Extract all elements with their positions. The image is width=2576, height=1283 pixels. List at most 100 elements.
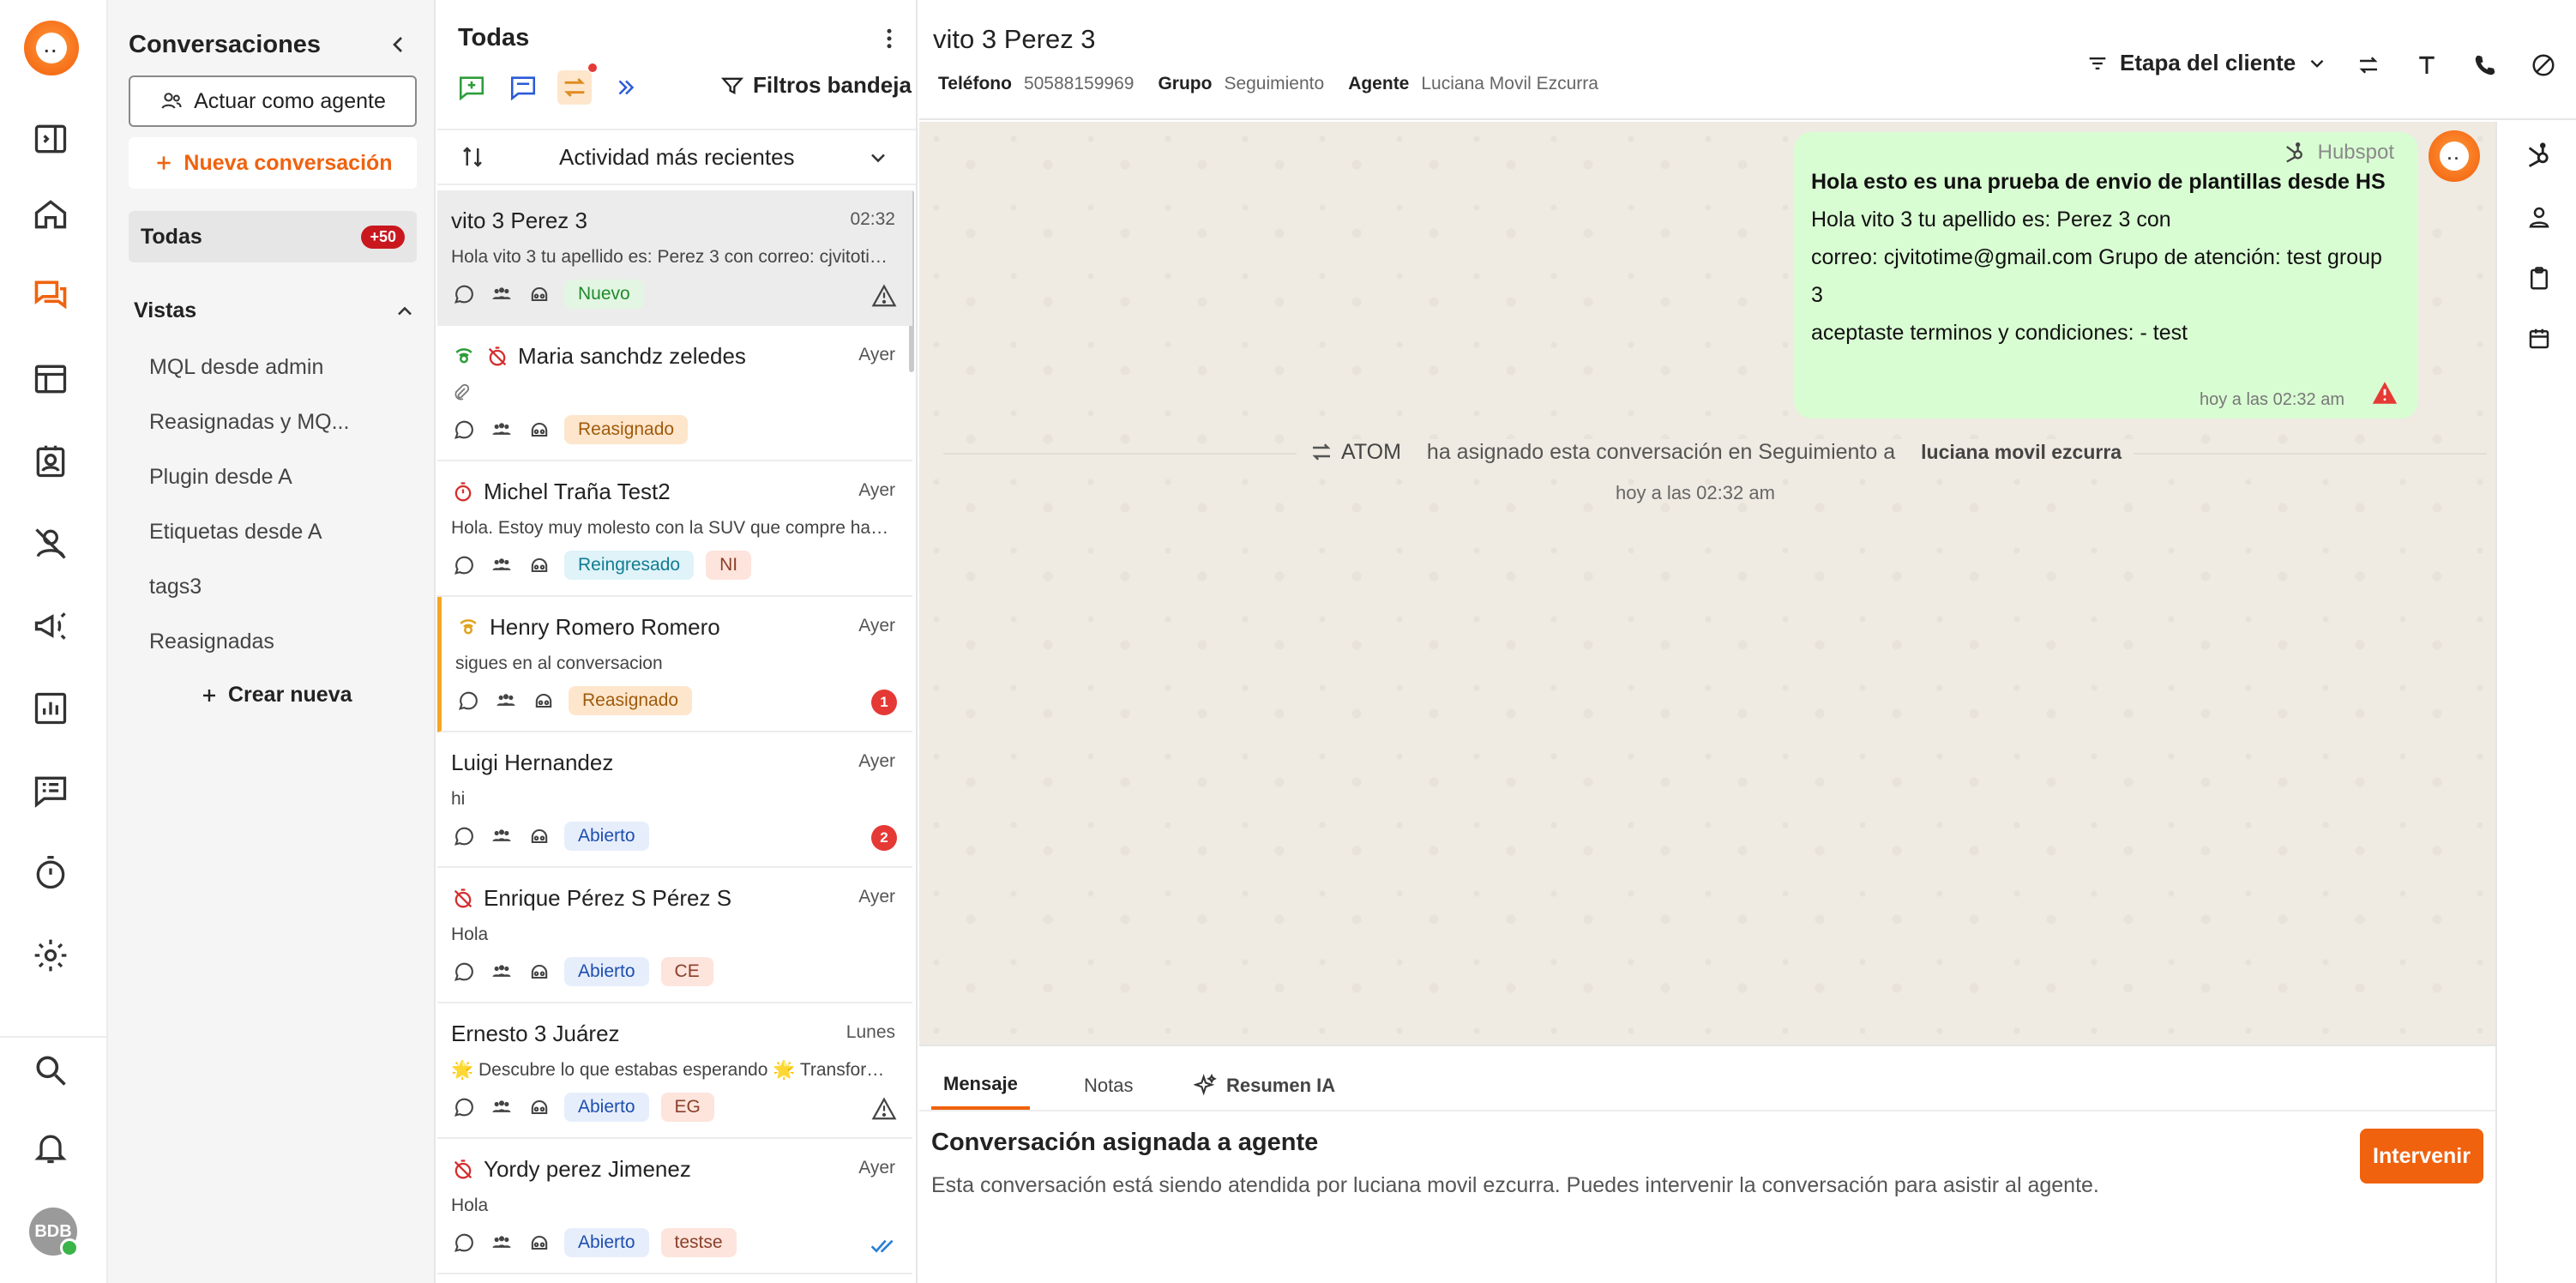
- message-snippet: hi: [451, 789, 466, 809]
- timer-icon: [454, 481, 472, 501]
- conversation-time: Ayer: [858, 1158, 895, 1178]
- app-logo[interactable]: ..: [24, 21, 79, 75]
- contact-name: Ernesto 3 Juárez: [451, 1021, 620, 1046]
- timer-off-icon: [488, 346, 507, 365]
- sidebar-title: Conversaciones: [129, 31, 322, 58]
- list-title: Todas: [458, 24, 530, 51]
- bot-icon: [527, 1230, 552, 1256]
- sidebar-item-todas[interactable]: Todas +50: [129, 211, 417, 262]
- act-as-agent-button[interactable]: Actuar como agente: [129, 75, 417, 127]
- message-line: Hola esto es una prueba de envio de plan…: [1811, 170, 2386, 194]
- conversation-item[interactable]: Enrique Pérez S Pérez S Ayer Hola Abiert…: [437, 868, 912, 1003]
- conversation-time: Ayer: [858, 751, 895, 771]
- status-badge: Abierto: [564, 822, 649, 851]
- block-icon[interactable]: [2528, 50, 2559, 81]
- view-item[interactable]: Reasignadas: [149, 629, 274, 654]
- group-icon: [489, 1094, 515, 1120]
- reassigned-filter-icon[interactable]: [557, 70, 592, 105]
- filter-funnel-icon: [720, 77, 744, 94]
- settings-gear-icon[interactable]: [28, 933, 73, 978]
- new-chats-filter-icon[interactable]: [454, 70, 489, 105]
- phone-label: Teléfono: [938, 74, 1012, 93]
- message-line: correo: cjvitotime@gmail.com Grupo de at…: [1811, 245, 2382, 269]
- bot-icon: [527, 417, 552, 443]
- view-item[interactable]: MQL desde admin: [149, 355, 323, 380]
- message-snippet: Hola. Estoy muy molesto con la SUV que c…: [451, 518, 897, 538]
- collapse-chevron-left-icon[interactable]: [384, 31, 412, 58]
- sort-dropdown[interactable]: Actividad más recientes: [437, 129, 916, 185]
- error-warning-icon[interactable]: [2370, 378, 2399, 413]
- contacts-icon[interactable]: [28, 439, 73, 484]
- conversation-item[interactable]: vito 3 Perez 3 02:32 Hola vito 3 tu apel…: [437, 190, 912, 326]
- templates-icon[interactable]: [28, 357, 73, 401]
- conversation-item[interactable]: Luigi Hernandez Ayer hi Abierto 2: [437, 732, 912, 868]
- view-item[interactable]: tags3: [149, 575, 202, 599]
- home-icon[interactable]: [28, 192, 73, 237]
- outgoing-message-bubble[interactable]: Hubspot Hola esto es una prueba de envio…: [1794, 132, 2418, 419]
- sidebar-item-label: Todas: [141, 224, 202, 249]
- contact-name: Enrique Pérez S Pérez S: [484, 885, 732, 911]
- filter-alert-dot: [588, 63, 597, 72]
- new-conversation-button[interactable]: Nueva conversación: [129, 137, 417, 189]
- transfer-arrows-icon[interactable]: [2353, 50, 2384, 81]
- contact-meta: Teléfono 50588159969 Grupo Seguimiento A…: [938, 74, 1610, 94]
- notifications-bell-icon[interactable]: [28, 1125, 73, 1170]
- inbox-filters-button[interactable]: Filtros bandeja: [720, 72, 912, 99]
- phone-call-icon[interactable]: [2470, 50, 2501, 81]
- text-format-icon[interactable]: [2411, 50, 2442, 81]
- open-chats-filter-icon[interactable]: [506, 70, 540, 105]
- contact-profile-icon[interactable]: [2525, 202, 2554, 232]
- logs-icon[interactable]: [28, 768, 73, 813]
- blocked-users-icon[interactable]: [28, 521, 73, 566]
- tab-mensaje[interactable]: Mensaje: [931, 1062, 1030, 1110]
- chat-messages-area[interactable]: Hubspot Hola esto es una prueba de envio…: [919, 122, 2495, 1045]
- conversation-item[interactable]: Yordy perez Jimenez Ayer Hola Abierto te…: [437, 1139, 912, 1274]
- view-item[interactable]: Plugin desde A: [149, 465, 292, 490]
- message-source-label: Hubspot: [2317, 141, 2394, 164]
- conversation-item[interactable]: Maria sanchdz zeledes Ayer Reasignado: [437, 326, 912, 461]
- chat-header: vito 3 Perez 3 Teléfono 50588159969 Grup…: [919, 0, 2576, 120]
- more-filters-chevrons-icon[interactable]: [609, 70, 643, 105]
- tab-label: Resumen IA: [1226, 1075, 1336, 1096]
- customer-stage-dropdown[interactable]: Etapa del cliente: [2085, 50, 2328, 76]
- main-nav-rail: .. BDB: [0, 0, 108, 1283]
- conversations-icon[interactable]: [28, 273, 73, 317]
- timer-icon[interactable]: [28, 851, 73, 895]
- act-as-agent-label: Actuar como agente: [194, 88, 386, 113]
- conversation-time: Ayer: [858, 887, 895, 907]
- conversation-time: Ayer: [858, 345, 895, 364]
- group-icon: [493, 688, 519, 714]
- hubspot-icon[interactable]: [2525, 141, 2554, 170]
- view-item[interactable]: Etiquetas desde A: [149, 520, 322, 545]
- phone-value: 50588159969: [1023, 74, 1135, 93]
- contact-name: Maria sanchdz zeledes: [518, 343, 746, 369]
- status-badge: Reasignado: [569, 686, 693, 715]
- chevron-up-icon: [398, 306, 412, 315]
- create-view-button[interactable]: Crear nueva: [199, 683, 352, 708]
- view-item[interactable]: Reasignadas y MQ...: [149, 410, 349, 435]
- customer-stage-label: Etapa del cliente: [2120, 50, 2296, 75]
- contact-name: vito 3 Perez 3: [451, 208, 587, 233]
- search-icon[interactable]: [28, 1048, 73, 1093]
- tab-resumen-ia[interactable]: Resumen IA: [1194, 1062, 1335, 1110]
- filter-lines-icon: [2089, 57, 2106, 69]
- intervene-button[interactable]: Intervenir: [2360, 1129, 2483, 1184]
- calendar-icon[interactable]: [2525, 324, 2554, 353]
- more-options-kebab-icon[interactable]: [876, 26, 902, 57]
- views-section-header[interactable]: Vistas: [134, 298, 417, 323]
- conversation-item[interactable]: Henry Romero Romero Ayer sigues en al co…: [437, 597, 912, 732]
- conversation-time: Ayer: [858, 616, 895, 635]
- conversation-item[interactable]: Michel Traña Test2 Ayer Hola. Estoy muy …: [437, 461, 912, 597]
- message-line: aceptaste terminos y condiciones: - test: [1811, 321, 2188, 345]
- message-source: Hubspot: [2282, 141, 2394, 165]
- group-label: Grupo: [1158, 74, 1213, 93]
- reports-icon[interactable]: [28, 686, 73, 731]
- sidebar-toggle-icon[interactable]: [28, 117, 73, 161]
- clipboard-icon[interactable]: [2525, 264, 2554, 293]
- campaigns-icon[interactable]: [28, 604, 73, 648]
- conversation-time: 02:32: [850, 209, 895, 229]
- tab-notas[interactable]: Notas: [1084, 1062, 1133, 1110]
- group-value: Seguimiento: [1224, 74, 1325, 93]
- bot-icon: [527, 281, 552, 307]
- conversation-item[interactable]: Ernesto 3 Juárez Lunes 🌟 Descubre lo que…: [437, 1003, 912, 1139]
